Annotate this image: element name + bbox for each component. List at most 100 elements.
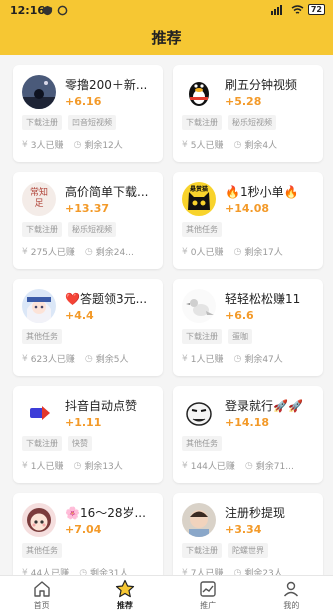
- yen-icon: ¥: [182, 353, 188, 364]
- yen-icon: ¥: [22, 139, 28, 150]
- tab-label: 我的: [283, 601, 300, 610]
- tab-label: 首页: [33, 601, 50, 610]
- avatar-lettering: 悬赏猫: [189, 186, 208, 193]
- clock-icon: ◷: [84, 246, 93, 257]
- task-card[interactable]: 轻轻松松赚11 +6.6 下载注册 蛋咖 ¥1人已赚 ◷ 剩余47人: [173, 279, 323, 376]
- clock-icon: ◷: [84, 353, 93, 364]
- signal-icon: [270, 4, 282, 15]
- black-cat-avatar: 悬赏猫: [182, 182, 216, 216]
- clock-icon: ◷: [233, 353, 242, 364]
- yen-icon: ¥: [22, 246, 28, 257]
- task-card[interactable]: 刷五分钟视频 +5.28 下载注册 秘乐短视频 ¥5人已赚 ◷ 剩余4人: [173, 65, 323, 162]
- meme-face-avatar: [182, 396, 216, 430]
- task-card[interactable]: ❤️答题领3元... +4.4 其他任务 ¥623人已赚 ◷ 剩余5人: [13, 279, 163, 376]
- task-card[interactable]: 零撸200＋新... +6.16 下载注册 凹音短视频 ¥3人已赚 ◷ 剩余12人: [13, 65, 163, 162]
- task-tag: 秘乐短视频: [68, 222, 116, 237]
- cartoon-girl-avatar: [22, 503, 56, 537]
- task-card[interactable]: 登录就行🚀🚀 +14.18 其他任务 ¥144人已赚 ◷ 剩余71...: [173, 386, 323, 483]
- yen-icon: ¥: [22, 567, 28, 576]
- earned-count: 275人已赚: [30, 248, 75, 258]
- earned-count: 623人已赚: [30, 355, 75, 365]
- tab-promote[interactable]: 推广: [167, 576, 250, 615]
- task-reward: +13.37: [65, 202, 110, 215]
- task-reward: +3.34: [225, 523, 262, 536]
- task-tag: 快赞: [68, 436, 92, 451]
- yen-icon: ¥: [182, 139, 188, 150]
- yen-icon: ¥: [182, 567, 188, 576]
- task-reward: +4.4: [65, 309, 94, 322]
- bottom-tab-bar: 首页 推荐 推广 我的: [0, 575, 333, 615]
- task-reward: +6.6: [225, 309, 254, 322]
- remaining-count: 剩余24...: [95, 248, 134, 258]
- remaining-count: 剩余5人: [95, 355, 129, 365]
- clock-icon: ◷: [244, 460, 253, 471]
- clock-icon: ◷: [233, 246, 242, 257]
- earned-count: 0人已赚: [190, 248, 224, 258]
- clock-icon: ◷: [79, 567, 88, 576]
- home-icon: [33, 581, 50, 597]
- task-title: 抖音自动点赞: [65, 399, 138, 413]
- bird-avatar: [182, 289, 216, 323]
- status-bar: 12:16 72: [0, 0, 333, 22]
- earned-count: 7人已赚: [190, 569, 224, 575]
- star-icon: [115, 579, 134, 598]
- task-tag: 其他任务: [22, 329, 62, 344]
- wifi-icon: [291, 4, 304, 14]
- earned-count: 1人已赚: [30, 462, 64, 472]
- task-title: 零撸200＋新...: [65, 78, 148, 92]
- avatar-lettering: 常知足: [29, 188, 48, 209]
- task-tag: 其他任务: [22, 543, 62, 558]
- task-title: ❤️答题领3元...: [65, 292, 148, 306]
- task-title: 🔥1秒小单🔥: [225, 185, 299, 199]
- remaining-count: 剩余47人: [244, 355, 283, 365]
- task-tag: 陀螺世界: [228, 543, 268, 558]
- task-title: 刷五分钟视频: [225, 78, 298, 92]
- task-reward: +14.18: [225, 416, 270, 429]
- task-tag: 凹音短视频: [68, 115, 116, 130]
- chart-icon: [200, 581, 216, 597]
- tab-recommend[interactable]: 推荐: [83, 576, 166, 615]
- remaining-count: 剩余12人: [84, 141, 123, 151]
- clock-icon: ◷: [73, 139, 82, 150]
- yen-icon: ¥: [182, 246, 188, 257]
- earned-count: 144人已赚: [190, 462, 235, 472]
- task-tag: 秘乐短视频: [228, 115, 276, 130]
- shield-icon: [42, 5, 53, 16]
- tab-label: 推荐: [116, 601, 133, 610]
- clock-icon: ◷: [233, 139, 242, 150]
- task-grid: 零撸200＋新... +6.16 下载注册 凹音短视频 ¥3人已赚 ◷ 剩余12人…: [0, 55, 333, 575]
- task-title: 高价简单下载...: [65, 185, 149, 199]
- task-card[interactable]: 🌸16～28岁... +7.04 其他任务 ¥44人已赚 ◷ 剩余31人: [13, 493, 163, 575]
- task-tag: 下载注册: [22, 222, 62, 237]
- task-tag: 蛋咖: [228, 329, 252, 344]
- task-reward: +7.04: [65, 523, 102, 536]
- clock-icon: ◷: [233, 567, 242, 576]
- earned-count: 3人已赚: [30, 141, 64, 151]
- task-reward: +5.28: [225, 95, 262, 108]
- tab-home[interactable]: 首页: [0, 576, 83, 615]
- user-icon: [284, 581, 299, 597]
- tab-mine[interactable]: 我的: [250, 576, 333, 615]
- task-title: 登录就行🚀🚀: [225, 399, 303, 413]
- task-title: 🌸16～28岁...: [65, 506, 146, 520]
- night-landscape-avatar: [22, 75, 56, 109]
- task-tag: 下载注册: [22, 115, 62, 130]
- anime-avatar: [22, 289, 56, 323]
- task-card[interactable]: 常知足 高价简单下载... +13.37 下载注册 秘乐短视频 ¥275人已赚 …: [13, 172, 163, 269]
- task-card[interactable]: 注册秒提现 +3.34 下载注册 陀螺世界 ¥7人已赚 ◷ 剩余23人: [173, 493, 323, 575]
- remaining-count: 剩余23人: [244, 569, 283, 575]
- yen-icon: ¥: [22, 353, 28, 364]
- task-card[interactable]: 悬赏猫 🔥1秒小单🔥 +14.08 其他任务 ¥0人已赚 ◷ 剩余17人: [173, 172, 323, 269]
- task-tag: 其他任务: [182, 436, 222, 451]
- remaining-count: 剩余17人: [244, 248, 283, 258]
- earned-count: 44人已赚: [30, 569, 70, 575]
- tab-label: 推广: [200, 601, 217, 610]
- task-reward: +6.16: [65, 95, 102, 108]
- notification-icon: [57, 5, 68, 16]
- task-card[interactable]: 抖音自动点赞 +1.11 下载注册 快赞 ¥1人已赚 ◷ 剩余13人: [13, 386, 163, 483]
- task-tag: 下载注册: [182, 329, 222, 344]
- arrow-logo-avatar: [22, 396, 56, 430]
- status-time: 12:16: [10, 4, 46, 17]
- task-tag: 下载注册: [22, 436, 62, 451]
- earned-count: 1人已赚: [190, 355, 224, 365]
